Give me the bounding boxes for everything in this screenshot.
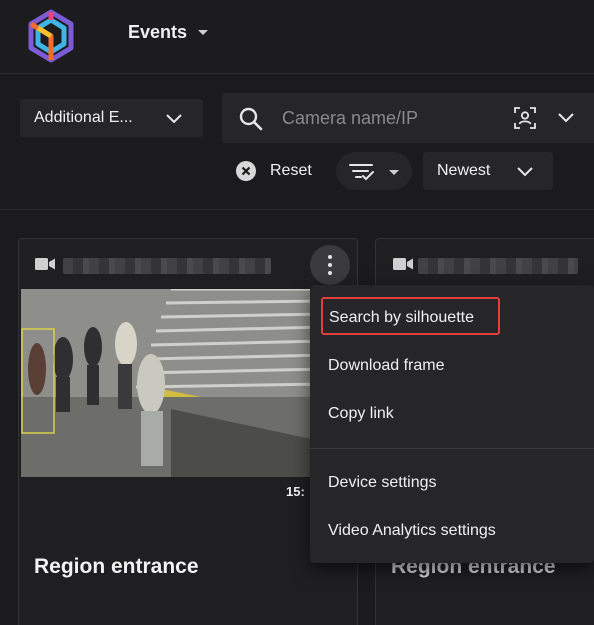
camera-name-redacted: [418, 258, 578, 274]
camera-icon: [393, 258, 413, 270]
caret-down-icon: [389, 170, 399, 175]
event-type-select-label: Additional E...: [34, 109, 133, 126]
camera-icon: [35, 258, 55, 270]
menu-item-label: Copy link: [328, 405, 394, 422]
chevron-down-icon[interactable]: [556, 108, 576, 126]
event-context-menu: Search by silhouette Download frame Copy…: [310, 285, 594, 563]
menu-item-label: Video Analytics settings: [328, 522, 496, 539]
camera-search-input[interactable]: [282, 103, 492, 133]
menu-item-label: Download frame: [328, 357, 445, 374]
more-options-button[interactable]: [310, 245, 350, 285]
menu-item-device-settings[interactable]: Device settings: [310, 460, 594, 504]
filter-menu-button[interactable]: [336, 152, 412, 190]
search-icon: [239, 107, 263, 131]
filter-list-icon: [349, 164, 374, 181]
chevron-down-icon: [517, 167, 533, 177]
face-recognition-icon[interactable]: [513, 106, 537, 130]
reset-label: Reset: [270, 162, 312, 179]
event-frame-image: [21, 289, 326, 477]
top-bar: Events: [0, 0, 594, 74]
event-time: 15:: [286, 484, 305, 499]
caret-down-icon[interactable]: [197, 29, 209, 37]
page-title[interactable]: Events: [128, 22, 187, 43]
event-type-select[interactable]: Additional E...: [20, 99, 203, 137]
event-title: Region entrance: [34, 555, 199, 578]
menu-item-label: Device settings: [328, 474, 437, 491]
menu-item-video-analytics-settings[interactable]: Video Analytics settings: [310, 508, 594, 552]
app-logo-icon[interactable]: [22, 6, 80, 66]
reset-button[interactable]: Reset: [236, 158, 326, 184]
camera-name-redacted: [63, 258, 271, 274]
menu-item-copy-link[interactable]: Copy link: [310, 391, 594, 435]
menu-divider: [310, 448, 594, 449]
event-card[interactable]: 15: Region entrance: [18, 238, 358, 625]
close-circle-icon: [236, 161, 256, 181]
menu-item-label: Search by silhouette: [329, 309, 474, 326]
event-thumbnail[interactable]: [21, 289, 326, 477]
sort-order-label: Newest: [437, 162, 491, 179]
chevron-down-icon: [166, 114, 182, 124]
camera-search-box: [222, 93, 594, 143]
menu-item-download-frame[interactable]: Download frame: [310, 343, 594, 387]
divider: [0, 209, 594, 210]
menu-item-search-by-silhouette[interactable]: Search by silhouette: [321, 297, 500, 335]
sort-order-select[interactable]: Newest: [423, 152, 553, 190]
